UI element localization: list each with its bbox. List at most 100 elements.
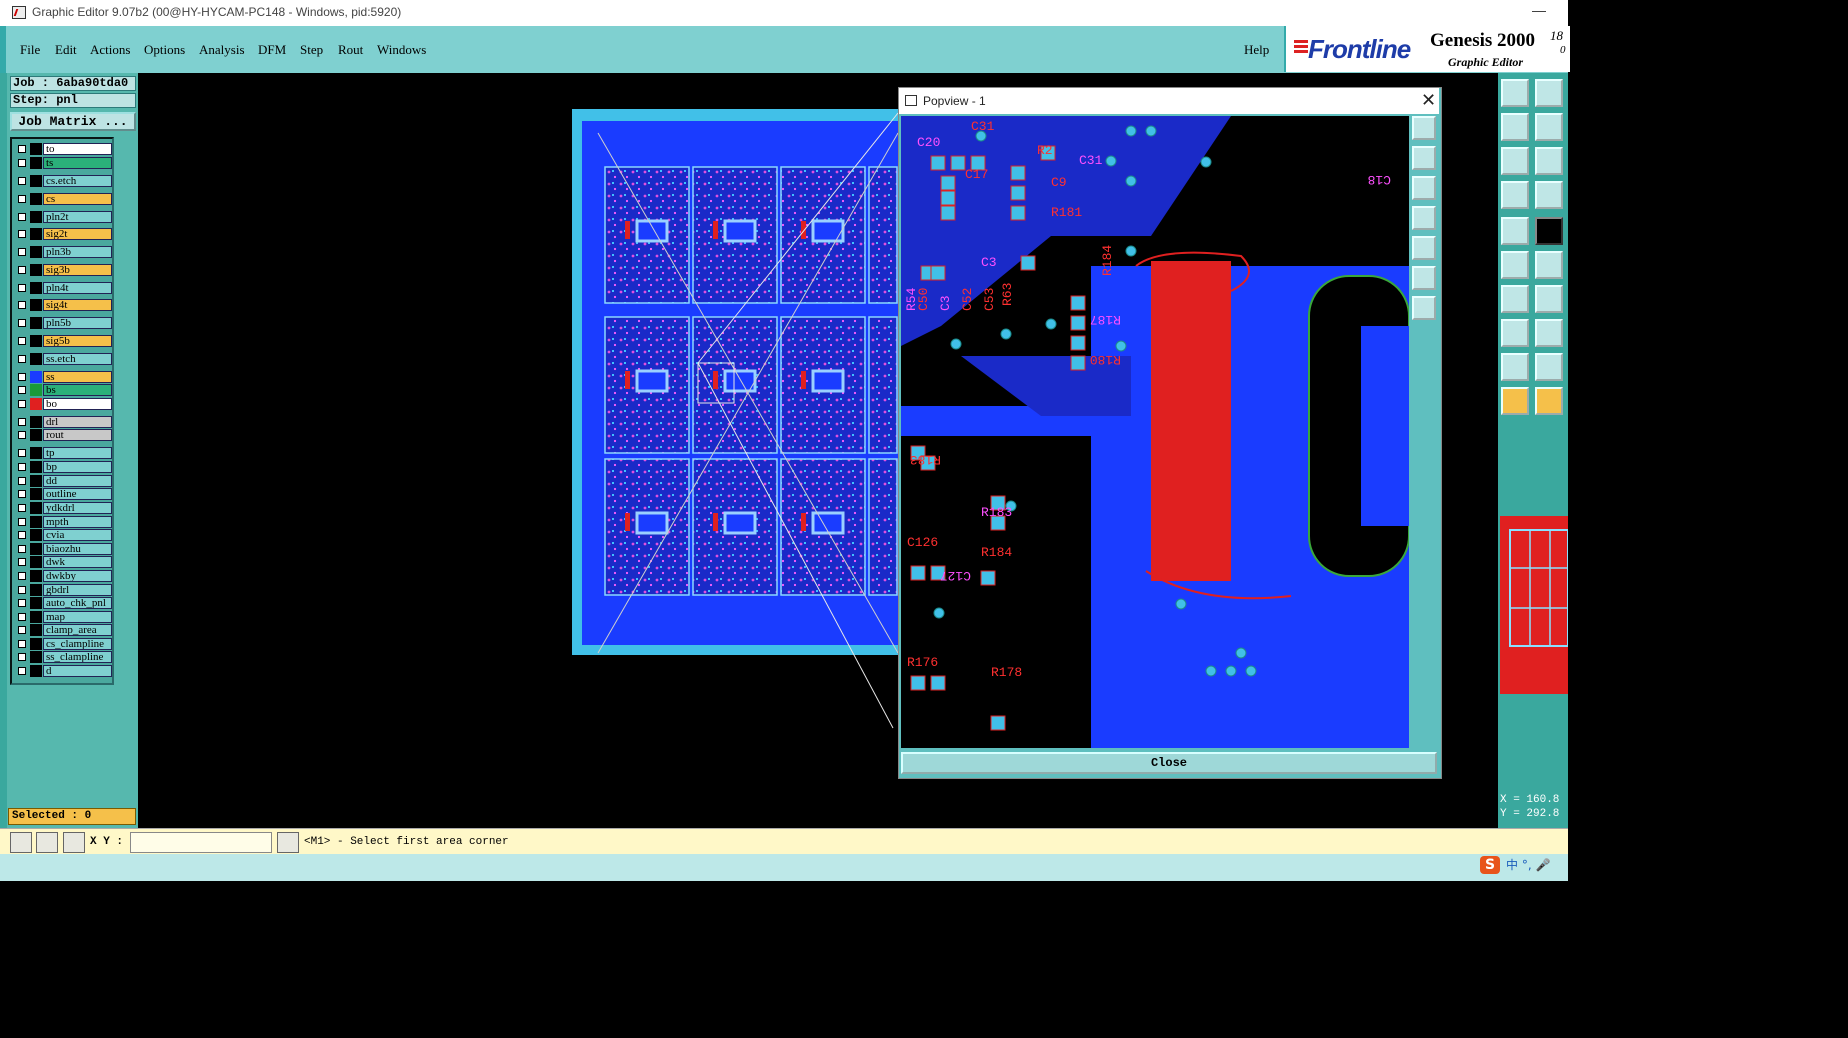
menu-step[interactable]: Step: [300, 42, 323, 58]
line-icon[interactable]: [1535, 319, 1563, 347]
layer-row[interactable]: dwkby: [14, 570, 112, 582]
layer-checkbox[interactable]: [18, 373, 26, 381]
layer-checkbox[interactable]: [18, 613, 26, 621]
layer-checkbox[interactable]: [18, 386, 26, 394]
pan-right-icon[interactable]: [1535, 113, 1563, 141]
measure-icon[interactable]: [1501, 181, 1529, 209]
layer-name[interactable]: dwkby: [43, 570, 112, 582]
layer-name[interactable]: biaozhu: [43, 543, 112, 555]
layer-row[interactable]: bp: [14, 461, 112, 473]
layer-row[interactable]: sig3b: [14, 264, 112, 276]
layer-checkbox[interactable]: [18, 667, 26, 675]
zoom-down-icon[interactable]: [1535, 79, 1563, 107]
popview-zoom-out-button[interactable]: [1412, 176, 1436, 200]
layer-row[interactable]: bs: [14, 384, 112, 396]
layer-row[interactable]: ss.etch: [14, 353, 112, 365]
layer-row[interactable]: pln4t: [14, 282, 112, 294]
triangle-icon[interactable]: [1501, 353, 1529, 381]
popview-zoom-in-button[interactable]: [1412, 146, 1436, 170]
select-arrow-box-icon[interactable]: [1535, 387, 1563, 415]
layer-name[interactable]: tp: [43, 447, 112, 459]
layer-row[interactable]: mpth: [14, 516, 112, 528]
menu-windows[interactable]: Windows: [377, 42, 426, 58]
menu-file[interactable]: File: [20, 42, 40, 58]
popview-fit-button[interactable]: [1412, 296, 1436, 320]
layer-name[interactable]: cs: [43, 193, 112, 205]
popview-center-button[interactable]: [1412, 266, 1436, 290]
menu-analysis[interactable]: Analysis: [199, 42, 245, 58]
layer-checkbox[interactable]: [18, 195, 26, 203]
menu-edit[interactable]: Edit: [55, 42, 77, 58]
layer-checkbox[interactable]: [18, 248, 26, 256]
layer-name[interactable]: pln2t: [43, 211, 112, 223]
layer-name[interactable]: rout: [43, 429, 112, 441]
layer-name[interactable]: sig2t: [43, 228, 112, 240]
layer-checkbox[interactable]: [18, 599, 26, 607]
layer-checkbox[interactable]: [18, 545, 26, 553]
layer-row[interactable]: pln3b: [14, 246, 112, 258]
zoom-in-icon[interactable]: [1501, 147, 1529, 175]
layer-row[interactable]: ydkdrl: [14, 502, 112, 514]
layer-row[interactable]: sig4t: [14, 299, 112, 311]
layer-name[interactable]: ss_clampline: [43, 651, 112, 663]
layer-name[interactable]: mpth: [43, 516, 112, 528]
snap-icon[interactable]: [1501, 251, 1529, 279]
layer-checkbox[interactable]: [18, 558, 26, 566]
menu-rout[interactable]: Rout: [338, 42, 363, 58]
menu-options[interactable]: Options: [144, 42, 185, 58]
layer-name[interactable]: ss.etch: [43, 353, 112, 365]
layer-row[interactable]: pln5b: [14, 317, 112, 329]
layer-name[interactable]: sig4t: [43, 299, 112, 311]
layer-checkbox[interactable]: [18, 626, 26, 634]
layer-checkbox[interactable]: [18, 301, 26, 309]
layer-checkbox[interactable]: [18, 230, 26, 238]
layer-name[interactable]: dwk: [43, 556, 112, 568]
shape-icon[interactable]: [1501, 319, 1529, 347]
layer-row[interactable]: tp: [14, 447, 112, 459]
layer-checkbox[interactable]: [18, 653, 26, 661]
layer-name[interactable]: ydkdrl: [43, 502, 112, 514]
layer-row[interactable]: cs_clampline: [14, 638, 112, 650]
layer-name[interactable]: bs: [43, 384, 112, 396]
layer-name[interactable]: to: [43, 143, 112, 155]
layer-name[interactable]: cs.etch: [43, 175, 112, 187]
cross-icon[interactable]: [1535, 251, 1563, 279]
layer-row[interactable]: outline: [14, 488, 112, 500]
layer-checkbox[interactable]: [18, 640, 26, 648]
info-icon[interactable]: [277, 832, 299, 853]
layer-row[interactable]: drl: [14, 416, 112, 428]
layer-row[interactable]: ts: [14, 157, 112, 169]
layer-checkbox[interactable]: [18, 431, 26, 439]
layer-checkbox[interactable]: [18, 145, 26, 153]
layer-row[interactable]: d: [14, 665, 112, 677]
layer-row[interactable]: cs.etch: [14, 175, 112, 187]
layer-name[interactable]: sig5b: [43, 335, 112, 347]
layer-checkbox[interactable]: [18, 477, 26, 485]
mini-preview[interactable]: [1500, 516, 1569, 694]
layer-row[interactable]: dd: [14, 475, 112, 487]
zoom-out-icon[interactable]: [1535, 147, 1563, 175]
zoom-home-icon[interactable]: [1501, 79, 1529, 107]
layer-checkbox[interactable]: [18, 586, 26, 594]
popview-window[interactable]: Popview - 1 ✕ C20 C31 C17 C31 R2 C9 C3 R181 C50 C…: [898, 87, 1442, 779]
grid-mode-icon[interactable]: [63, 832, 85, 853]
pan-left-icon[interactable]: [1501, 113, 1529, 141]
layer-row[interactable]: sig5b: [14, 335, 112, 347]
layer-name[interactable]: pln4t: [43, 282, 112, 294]
close-icon[interactable]: ✕: [1421, 90, 1436, 111]
layer-row[interactable]: bo: [14, 398, 112, 410]
menu-actions[interactable]: Actions: [90, 42, 130, 58]
edit-mode-icon[interactable]: [36, 832, 58, 853]
layer-row[interactable]: map: [14, 611, 112, 623]
layer-checkbox[interactable]: [18, 159, 26, 167]
line-angle-icon[interactable]: [1535, 285, 1563, 313]
layer-checkbox[interactable]: [18, 337, 26, 345]
popview-zoom-fit-button[interactable]: [1412, 116, 1436, 140]
layer-checkbox[interactable]: [18, 463, 26, 471]
layer-checkbox[interactable]: [18, 177, 26, 185]
xy-input[interactable]: [130, 832, 272, 853]
layer-name[interactable]: drl: [43, 416, 112, 428]
layer-row[interactable]: gbdrl: [14, 584, 112, 596]
layer-name[interactable]: gbdrl: [43, 584, 112, 596]
layer-checkbox[interactable]: [18, 518, 26, 526]
